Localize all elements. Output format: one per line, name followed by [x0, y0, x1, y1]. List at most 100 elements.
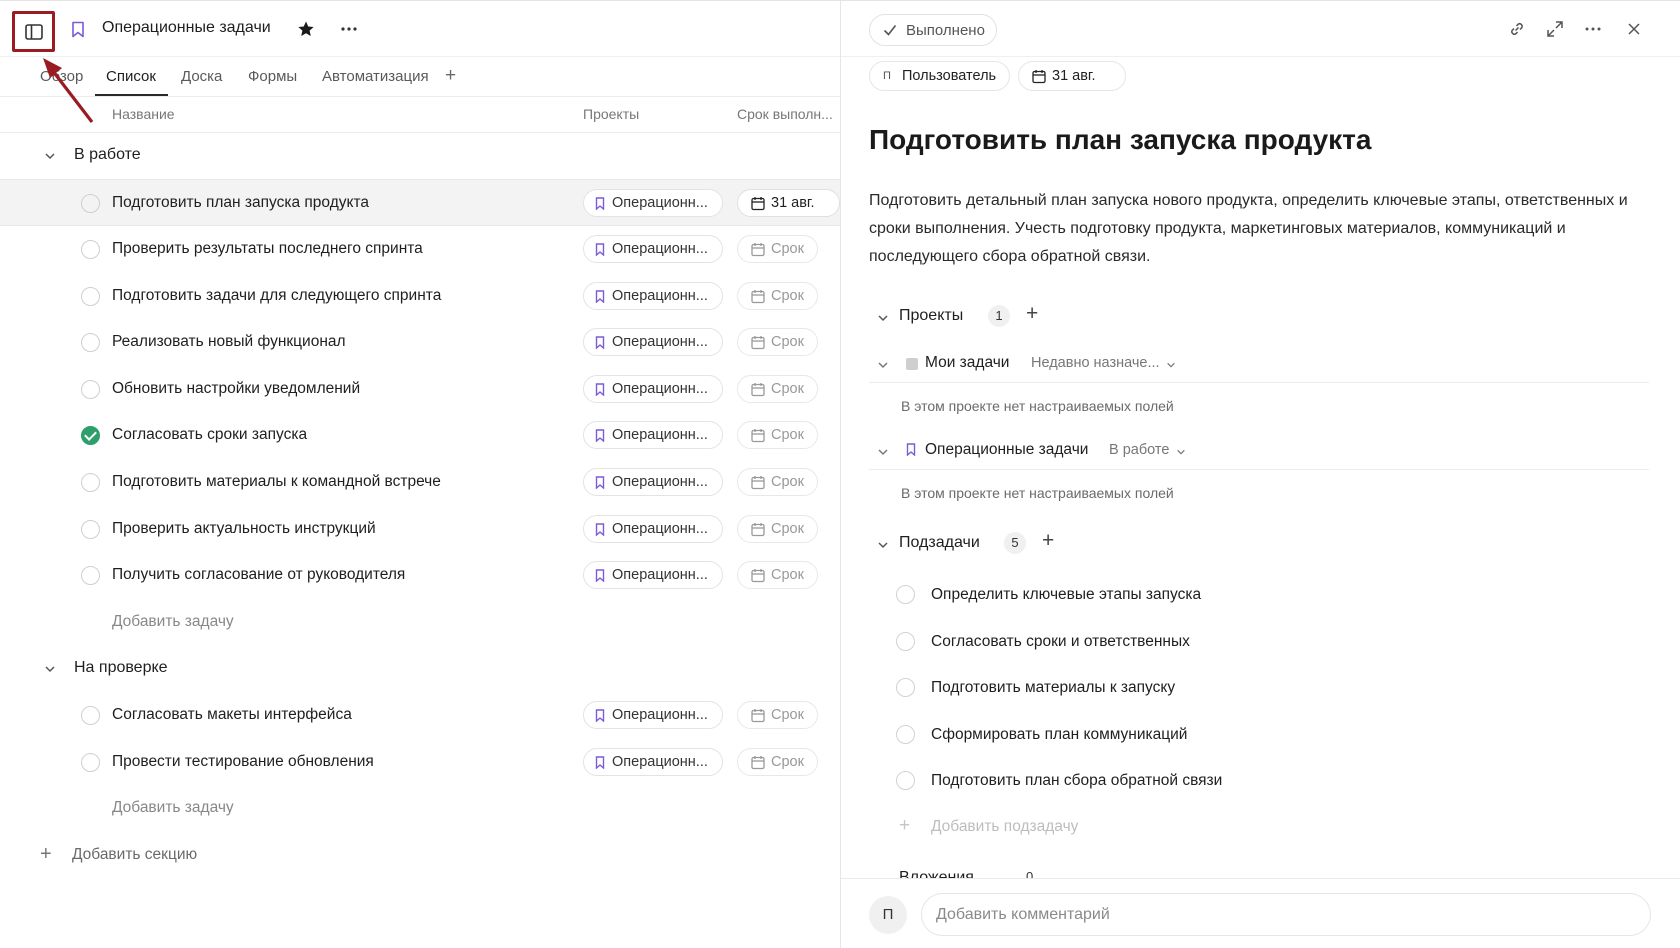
complete-checkbox[interactable]: [81, 473, 100, 492]
due-date-chip[interactable]: Срок: [737, 328, 818, 356]
project-chip[interactable]: Операционн...: [583, 748, 723, 776]
project-membership-row[interactable]: Мои задачи Недавно назначе...: [869, 345, 1649, 383]
project-chip[interactable]: Операционн...: [583, 421, 723, 449]
subtask-name[interactable]: Сформировать план коммуникаций: [931, 726, 1187, 744]
star-icon[interactable]: [297, 20, 315, 38]
tab-list[interactable]: Список: [106, 68, 156, 85]
project-section-dropdown[interactable]: В работе: [1109, 442, 1169, 458]
section-header[interactable]: На проверке: [0, 646, 840, 692]
complete-checkbox[interactable]: [81, 380, 100, 399]
projects-section-header[interactable]: Проекты 1 +: [869, 302, 1649, 332]
add-subtask-plus-button[interactable]: +: [1042, 529, 1054, 553]
due-date-chip[interactable]: Срок: [737, 235, 818, 263]
project-chip[interactable]: Операционн...: [583, 515, 723, 543]
add-task-button[interactable]: Добавить задачу: [112, 799, 234, 817]
section-header[interactable]: В работе: [0, 133, 840, 179]
tab-automation[interactable]: Автоматизация: [322, 68, 429, 85]
project-name[interactable]: Мои задачи: [925, 354, 1009, 372]
complete-checkbox[interactable]: [81, 333, 100, 352]
subtask-row[interactable]: Согласовать сроки и ответственных: [869, 619, 1649, 665]
complete-checkbox[interactable]: [896, 771, 915, 790]
subtask-row[interactable]: Подготовить материалы к запуску: [869, 665, 1649, 711]
task-name[interactable]: Подготовить материалы к командной встреч…: [112, 473, 441, 491]
due-date-chip[interactable]: Срок: [737, 561, 818, 589]
column-header-projects[interactable]: Проекты: [583, 106, 639, 122]
complete-checkbox[interactable]: [81, 194, 100, 213]
column-header-due[interactable]: Срок выполн...: [737, 106, 833, 122]
complete-checkbox[interactable]: [81, 520, 100, 539]
column-header-name[interactable]: Название: [112, 106, 175, 122]
mark-complete-button[interactable]: Выполнено: [869, 14, 997, 46]
task-name[interactable]: Реализовать новый функционал: [112, 333, 346, 351]
chevron-down-icon[interactable]: [877, 446, 889, 458]
more-options-icon[interactable]: [1584, 20, 1602, 38]
chevron-down-icon[interactable]: [877, 539, 889, 551]
add-task-button[interactable]: Добавить задачу: [112, 613, 234, 631]
subtask-row[interactable]: Подготовить план сбора обратной связи: [869, 758, 1649, 804]
project-chip[interactable]: Операционн...: [583, 375, 723, 403]
add-tab-button[interactable]: +: [445, 65, 456, 87]
task-row[interactable]: Обновить настройки уведомлений Операцион…: [0, 366, 840, 413]
task-row[interactable]: Подготовить материалы к командной встреч…: [0, 459, 840, 506]
project-chip[interactable]: Операционн...: [583, 561, 723, 589]
complete-checkbox-checked[interactable]: [81, 426, 100, 445]
task-row[interactable]: Согласовать сроки запуска Операционн... …: [0, 412, 840, 459]
due-date-chip[interactable]: Срок: [737, 748, 818, 776]
task-title[interactable]: Подготовить план запуска продукта: [869, 124, 1371, 156]
project-chip[interactable]: Операционн...: [583, 328, 723, 356]
subtasks-section-header[interactable]: Подзадачи 5 +: [869, 529, 1649, 559]
sidebar-toggle-button[interactable]: [12, 11, 55, 52]
task-name[interactable]: Согласовать сроки запуска: [112, 426, 307, 444]
chevron-down-icon[interactable]: [1176, 447, 1186, 457]
comment-input[interactable]: [921, 893, 1651, 936]
project-chip[interactable]: Операционн...: [583, 701, 723, 729]
subtask-name[interactable]: Подготовить материалы к запуску: [931, 679, 1175, 697]
task-row[interactable]: Подготовить задачи для следующего спринт…: [0, 273, 840, 320]
task-row[interactable]: Проверить актуальность инструкций Операц…: [0, 506, 840, 553]
project-chip[interactable]: Операционн...: [583, 282, 723, 310]
task-description[interactable]: Подготовить детальный план запуска новог…: [869, 187, 1649, 271]
task-row[interactable]: Получить согласование от руководителя Оп…: [0, 552, 840, 599]
task-name[interactable]: Провести тестирование обновления: [112, 753, 374, 771]
task-name[interactable]: Проверить актуальность инструкций: [112, 520, 376, 538]
project-name[interactable]: Операционные задачи: [925, 441, 1088, 459]
complete-checkbox[interactable]: [81, 240, 100, 259]
project-membership-row[interactable]: Операционные задачи В работе: [869, 432, 1649, 470]
task-name[interactable]: Обновить настройки уведомлений: [112, 380, 360, 398]
task-row[interactable]: Реализовать новый функционал Операционн.…: [0, 319, 840, 366]
complete-checkbox[interactable]: [81, 753, 100, 772]
complete-checkbox[interactable]: [896, 585, 915, 604]
chevron-down-icon[interactable]: [44, 150, 56, 162]
task-name[interactable]: Согласовать макеты интерфейса: [112, 706, 352, 724]
due-date-chip[interactable]: 31 авг.: [1018, 61, 1126, 91]
subtask-name[interactable]: Определить ключевые этапы запуска: [931, 586, 1201, 604]
complete-checkbox[interactable]: [81, 287, 100, 306]
complete-checkbox[interactable]: [81, 706, 100, 725]
close-icon[interactable]: [1625, 20, 1643, 38]
subtask-row[interactable]: Определить ключевые этапы запуска: [869, 572, 1649, 618]
tab-board[interactable]: Доска: [181, 68, 222, 85]
link-icon[interactable]: [1508, 20, 1526, 38]
task-name[interactable]: Получить согласование от руководителя: [112, 566, 405, 584]
add-project-button[interactable]: +: [1026, 302, 1038, 326]
project-section-dropdown[interactable]: Недавно назначе...: [1031, 355, 1160, 371]
chevron-down-icon[interactable]: [877, 312, 889, 324]
task-name[interactable]: Подготовить план запуска продукта: [112, 194, 369, 212]
assignee-chip[interactable]: П Пользователь: [869, 61, 1010, 91]
tab-overview[interactable]: Обзор: [40, 68, 83, 85]
complete-checkbox[interactable]: [896, 725, 915, 744]
expand-icon[interactable]: [1546, 20, 1564, 38]
chevron-down-icon[interactable]: [877, 359, 889, 371]
subtask-name[interactable]: Согласовать сроки и ответственных: [931, 633, 1190, 651]
project-chip[interactable]: Операционн...: [583, 235, 723, 263]
subtask-name[interactable]: Подготовить план сбора обратной связи: [931, 772, 1222, 790]
complete-checkbox[interactable]: [81, 566, 100, 585]
task-row[interactable]: Провести тестирование обновления Операци…: [0, 739, 840, 786]
task-name[interactable]: Проверить результаты последнего спринта: [112, 240, 423, 258]
due-date-chip[interactable]: Срок: [737, 421, 818, 449]
complete-checkbox[interactable]: [896, 632, 915, 651]
due-date-chip[interactable]: Срок: [737, 468, 818, 496]
task-row[interactable]: Согласовать макеты интерфейса Операционн…: [0, 692, 840, 739]
chevron-down-icon[interactable]: [44, 663, 56, 675]
due-date-chip[interactable]: Срок: [737, 282, 818, 310]
